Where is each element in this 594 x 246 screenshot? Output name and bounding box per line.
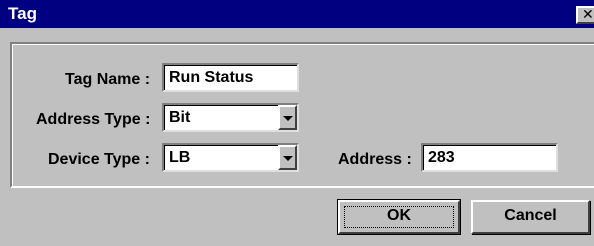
device-type-select[interactable]: LB <box>162 143 299 172</box>
address-type-dropdown-button[interactable] <box>278 105 297 130</box>
dialog-title: Tag <box>8 4 37 23</box>
address-type-label: Address Type : <box>36 111 151 128</box>
tag-name-input[interactable]: Run Status <box>162 63 299 92</box>
focus-indicator <box>344 206 454 228</box>
cancel-button[interactable]: Cancel <box>471 200 590 234</box>
chevron-down-icon <box>283 156 293 161</box>
close-button[interactable]: ✕ <box>576 6 594 24</box>
address-type-value: Bit <box>169 109 191 126</box>
title-bar[interactable]: Tag ✕ <box>0 0 594 28</box>
device-type-label: Device Type : <box>48 151 150 168</box>
tag-name-label: Tag Name : <box>65 71 151 88</box>
tag-dialog: Tag ✕ Tag Name : Run Status Address Type… <box>0 0 594 246</box>
close-icon: ✕ <box>582 6 594 22</box>
device-type-value: LB <box>169 149 191 166</box>
chevron-down-icon <box>283 116 293 121</box>
address-type-select[interactable]: Bit <box>162 103 299 132</box>
address-label: Address : <box>338 151 412 168</box>
cancel-button-label: Cancel <box>504 207 557 224</box>
device-type-dropdown-button[interactable] <box>278 145 297 170</box>
ok-button[interactable]: OK <box>337 199 461 235</box>
address-input[interactable]: 283 <box>421 143 558 172</box>
